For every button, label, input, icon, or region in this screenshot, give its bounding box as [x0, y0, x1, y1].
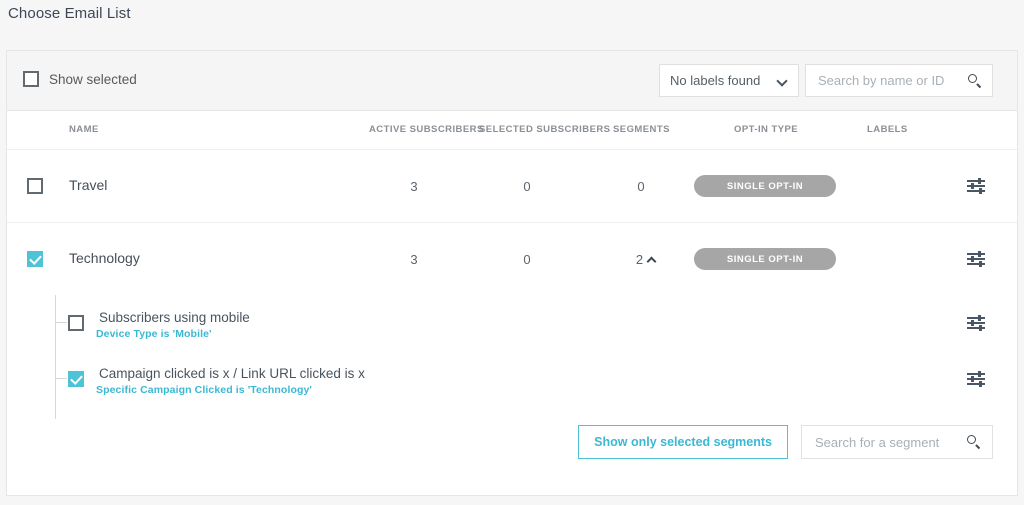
table-row[interactable]: Technology 3 0 2 SINGLE OPT-IN [7, 223, 1017, 295]
table-row[interactable]: Travel 3 0 0 SINGLE OPT-IN [7, 150, 1017, 223]
row-checkbox-technology[interactable] [27, 251, 43, 267]
column-header-selected-subscribers: SELECTED SUBSCRIBERS [479, 124, 611, 135]
chevron-down-icon [778, 76, 788, 86]
segment-checkbox[interactable] [68, 315, 84, 331]
list-item[interactable]: Campaign clicked is x / Link URL clicked… [7, 351, 1017, 407]
sliders-icon[interactable] [967, 178, 985, 194]
sliders-icon[interactable] [967, 371, 985, 387]
column-header-active-subscribers: ACTIVE SUBSCRIBERS [369, 124, 484, 135]
search-icon[interactable] [968, 73, 982, 88]
chevron-up-icon[interactable] [647, 255, 656, 264]
segment-title: Subscribers using mobile [99, 310, 250, 325]
email-list-card: Show selected No labels found NAME ACTIV… [6, 50, 1018, 496]
row-active-subscribers: 3 [410, 252, 418, 267]
row-name: Technology [69, 250, 140, 266]
status-badge-opt-in-type: SINGLE OPT-IN [694, 248, 836, 270]
show-only-selected-segments-button[interactable]: Show only selected segments [578, 425, 788, 459]
status-badge-opt-in-type: SINGLE OPT-IN [694, 175, 836, 197]
sliders-icon[interactable] [967, 315, 985, 331]
row-selected-subscribers: 0 [523, 252, 531, 267]
segment-rule: Specific Campaign Clicked is 'Technology… [96, 384, 313, 396]
tree-connector-stub [55, 322, 67, 323]
segment-search-input[interactable] [813, 433, 967, 451]
column-header-labels: LABELS [867, 124, 908, 135]
column-header-name: NAME [69, 124, 99, 135]
list-search-input[interactable] [816, 72, 968, 89]
show-selected-toggle[interactable]: Show selected [23, 71, 137, 87]
column-header-opt-in-type: OPT-IN TYPE [734, 124, 799, 135]
segment-search-box[interactable] [801, 425, 993, 459]
sliders-icon[interactable] [967, 251, 985, 267]
segment-title: Campaign clicked is x / Link URL clicked… [99, 366, 365, 381]
page-title: Choose Email List [8, 5, 131, 22]
segments-footer: Show only selected segments [7, 407, 1017, 477]
segments-panel: Subscribers using mobile Device Type is … [7, 295, 1017, 481]
table-header: NAME ACTIVE SUBSCRIBERS SELECTED SUBSCRI… [7, 111, 1017, 150]
list-search-box[interactable] [805, 64, 993, 97]
segments-expand-toggle[interactable]: 2 [613, 252, 679, 267]
list-toolbar: Show selected No labels found [7, 51, 1017, 111]
show-selected-checkbox[interactable] [23, 71, 39, 87]
labels-filter-value: No labels found [670, 73, 761, 88]
show-selected-label: Show selected [49, 71, 137, 87]
row-selected-subscribers: 0 [523, 179, 531, 194]
row-segments-count: 0 [637, 179, 645, 194]
labels-filter-dropdown[interactable]: No labels found [659, 64, 799, 97]
row-active-subscribers: 3 [410, 179, 418, 194]
row-name: Travel [69, 177, 108, 193]
row-checkbox-travel[interactable] [27, 178, 43, 194]
segment-checkbox[interactable] [68, 371, 84, 387]
segment-rule: Device Type is 'Mobile' [96, 328, 212, 340]
row-segments-count: 2 [635, 252, 644, 267]
list-item[interactable]: Subscribers using mobile Device Type is … [7, 295, 1017, 351]
tree-connector-stub [55, 378, 67, 379]
search-icon[interactable] [967, 435, 981, 449]
column-header-segments: SEGMENTS [613, 124, 670, 135]
